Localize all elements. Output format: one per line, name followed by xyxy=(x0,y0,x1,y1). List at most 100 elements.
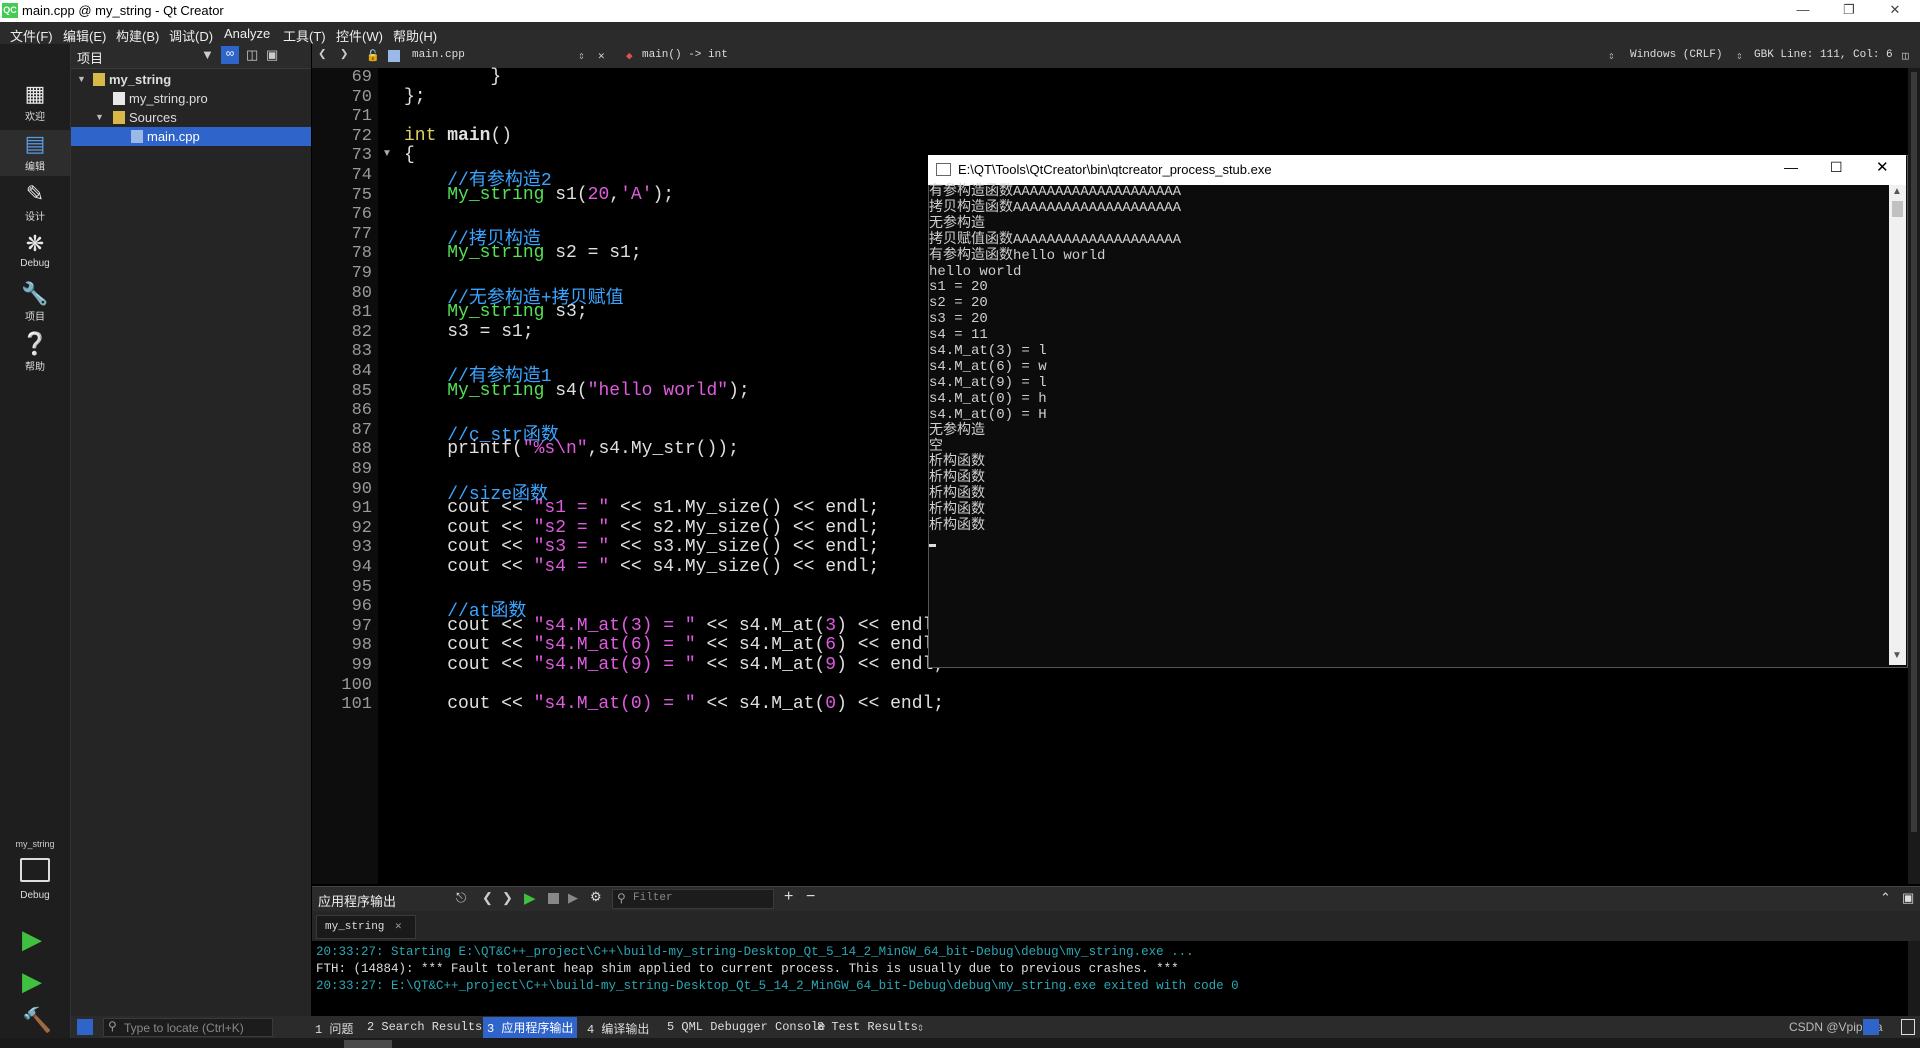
mode-help[interactable]: ❔ 帮助 xyxy=(0,330,70,376)
output-line: 20:33:27: Starting E:\QT&C++_project\C++… xyxy=(316,945,1194,959)
cpp-file-icon xyxy=(388,50,400,62)
remove-icon[interactable]: − xyxy=(806,888,815,906)
menu-analyze[interactable]: Analyze xyxy=(224,26,270,41)
editor-scrollbar[interactable] xyxy=(1908,68,1920,884)
menu-build[interactable]: 构建(B) xyxy=(116,26,159,45)
debug-attach-icon[interactable]: ▶ xyxy=(568,890,578,906)
tab-issues[interactable]: 1 问题 xyxy=(315,1020,353,1037)
right-sidebar-icon[interactable] xyxy=(1901,1019,1915,1035)
menu-file[interactable]: 文件(F) xyxy=(10,26,53,45)
console-line: 析构函数 xyxy=(929,518,985,535)
window-title: main.cpp @ my_string - Qt Creator xyxy=(22,3,224,18)
mode-design[interactable]: ✎ 设计 xyxy=(0,180,70,226)
scrollbar-thumb[interactable] xyxy=(1911,72,1917,832)
tab-compile-output[interactable]: 4 编译输出 xyxy=(587,1020,649,1037)
close-button[interactable]: ✕ xyxy=(1872,0,1918,22)
line-number: 91 xyxy=(351,499,372,519)
expand-arrow-icon[interactable]: ▼ xyxy=(77,70,86,89)
console-maximize-button[interactable]: ☐ xyxy=(1830,159,1843,176)
stop-icon[interactable] xyxy=(548,893,559,904)
filter-icon[interactable]: ▼ xyxy=(201,47,214,62)
scroll-up-icon[interactable]: ▲ xyxy=(1892,186,1902,197)
menu-debug[interactable]: 调试(D) xyxy=(169,26,213,45)
minimize-button[interactable]: — xyxy=(1780,0,1826,22)
tab-app-output[interactable]: 3 应用程序输出 xyxy=(483,1017,578,1038)
maximize-pane-icon[interactable]: ⌃ xyxy=(1880,890,1891,906)
close-tab-icon[interactable]: ✕ xyxy=(395,921,402,933)
fold-arrow-icon[interactable]: ▼ xyxy=(382,148,392,159)
split-icon[interactable]: ◫ xyxy=(246,47,258,63)
line-ending-selector[interactable]: Windows (CRLF) xyxy=(1630,49,1722,61)
build-hammer-icon[interactable]: 🔨 xyxy=(22,1006,52,1035)
console-close-button[interactable]: ✕ xyxy=(1876,158,1889,176)
output-filter-field[interactable]: ⚲ Filter xyxy=(612,889,774,909)
tab-test-results[interactable]: 8 Test Results xyxy=(817,1020,918,1034)
project-panel-title[interactable]: 项目 xyxy=(77,48,103,67)
menu-edit[interactable]: 编辑(E) xyxy=(63,26,106,45)
menu-widgets[interactable]: 控件(W) xyxy=(336,26,383,45)
menu-help[interactable]: 帮助(H) xyxy=(393,26,437,45)
code-line: cout << "s3 = " << s3.My_size() << endl; xyxy=(404,537,880,558)
restore-button[interactable]: ❐ xyxy=(1826,0,1872,22)
nav-back-icon[interactable]: ❮ xyxy=(318,46,326,63)
cursor-position[interactable]: GBK Line: 111, Col: 6 xyxy=(1754,49,1893,61)
monitor-icon[interactable] xyxy=(20,858,50,882)
tree-item-main-cpp[interactable]: main.cpp xyxy=(71,127,311,146)
expand-arrow-icon[interactable]: ▼ xyxy=(95,108,104,127)
encoding-dropdown-icon[interactable]: ⇕ xyxy=(1736,49,1743,63)
mode-projects[interactable]: 🔧 项目 xyxy=(0,280,70,326)
code-line: My_string s3; xyxy=(447,302,588,323)
tree-item-project[interactable]: ▼ my_string xyxy=(71,70,311,89)
tree-item-pro-file[interactable]: my_string.pro xyxy=(71,89,311,108)
nav-forward-icon[interactable]: ❯ xyxy=(340,46,348,63)
add-icon[interactable]: + xyxy=(784,888,793,906)
tab-qml-debugger[interactable]: 5 QML Debugger Console xyxy=(667,1020,825,1034)
console-scrollbar-thumb[interactable] xyxy=(1892,201,1903,217)
file-dropdown-icon[interactable]: ⇕ xyxy=(578,49,585,63)
attach-icon[interactable]: ⎋ xyxy=(456,890,466,906)
mode-debug[interactable]: ❋ Debug xyxy=(0,230,70,276)
toggle-sidebar-icon[interactable] xyxy=(77,1019,93,1035)
code-line: { xyxy=(404,145,415,166)
output-scrollbar[interactable] xyxy=(1908,941,1920,1016)
rerun-icon[interactable]: ▶ xyxy=(524,889,536,907)
menu-tools[interactable]: 工具(T) xyxy=(283,26,326,45)
editor-toolbar: ❮ ❯ 🔓 main.cpp ⇕ ✕ ◆ main() -> int ⇕ Win… xyxy=(312,44,1920,69)
tree-item-sources[interactable]: ▼ Sources xyxy=(71,108,311,127)
console-minimize-button[interactable]: — xyxy=(1784,159,1798,175)
tree-label: my_string xyxy=(109,72,172,87)
open-file-name[interactable]: main.cpp xyxy=(412,49,465,61)
console-line: 无参构造 xyxy=(929,422,985,439)
run-icon[interactable]: ▶ xyxy=(22,924,42,955)
prev-icon[interactable]: ❮ xyxy=(482,890,493,906)
close-file-icon[interactable]: ✕ xyxy=(598,49,605,63)
debug-run-icon[interactable]: ▶ xyxy=(22,966,42,997)
tree-label: my_string.pro xyxy=(129,91,208,106)
sync-link-icon[interactable]: ∞ xyxy=(221,46,239,64)
split-editor-icon[interactable]: ◫ xyxy=(1902,49,1909,63)
symbol-selector[interactable]: main() -> int xyxy=(642,49,728,61)
output-tab-my-string[interactable]: my_string ✕ xyxy=(316,915,416,939)
settings-gear-icon[interactable]: ⚙ xyxy=(590,889,602,905)
line-number: 82 xyxy=(351,322,372,342)
scroll-down-icon[interactable]: ▼ xyxy=(1892,650,1902,661)
line-number: 81 xyxy=(351,303,372,323)
mode-label: 设计 xyxy=(25,212,45,223)
close-panel-icon[interactable]: ▣ xyxy=(266,47,278,63)
code-line: cout << "s4.M_at(0) = " << s4.M_at(0) <<… xyxy=(404,694,945,715)
output-toggle-icon[interactable] xyxy=(1863,1019,1879,1035)
mode-sidebar: ▦ 欢迎 ▤ 编辑 ✎ 设计 ❋ Debug 🔧 项目 ❔ 帮助 my_stri… xyxy=(0,44,71,1048)
horizontal-scroll-thumb[interactable] xyxy=(344,1040,392,1048)
tab-search-results[interactable]: 2 Search Results xyxy=(367,1020,482,1034)
console-scrollbar[interactable]: ▲ ▼ xyxy=(1889,185,1906,665)
more-tabs-icon[interactable]: ⇕ xyxy=(917,1020,924,1035)
console-line: s4.M_at(0) = H xyxy=(929,406,1047,423)
output-pane-header: 应用程序输出 ⎋ ❮ ❯ ▶ ▶ ⚙ ⚲ Filter + − ⌃ ▣ xyxy=(312,886,1920,911)
mode-edit[interactable]: ▤ 编辑 xyxy=(0,130,70,176)
console-line: 析构函数 xyxy=(929,454,985,471)
locator-input[interactable]: ⚲ Type to locate (Ctrl+K) xyxy=(103,1018,273,1037)
close-pane-icon[interactable]: ▣ xyxy=(1902,890,1914,906)
line-ending-dropdown-icon[interactable]: ⇕ xyxy=(1608,49,1615,63)
next-icon[interactable]: ❯ xyxy=(502,890,513,906)
mode-welcome[interactable]: ▦ 欢迎 xyxy=(0,80,70,126)
